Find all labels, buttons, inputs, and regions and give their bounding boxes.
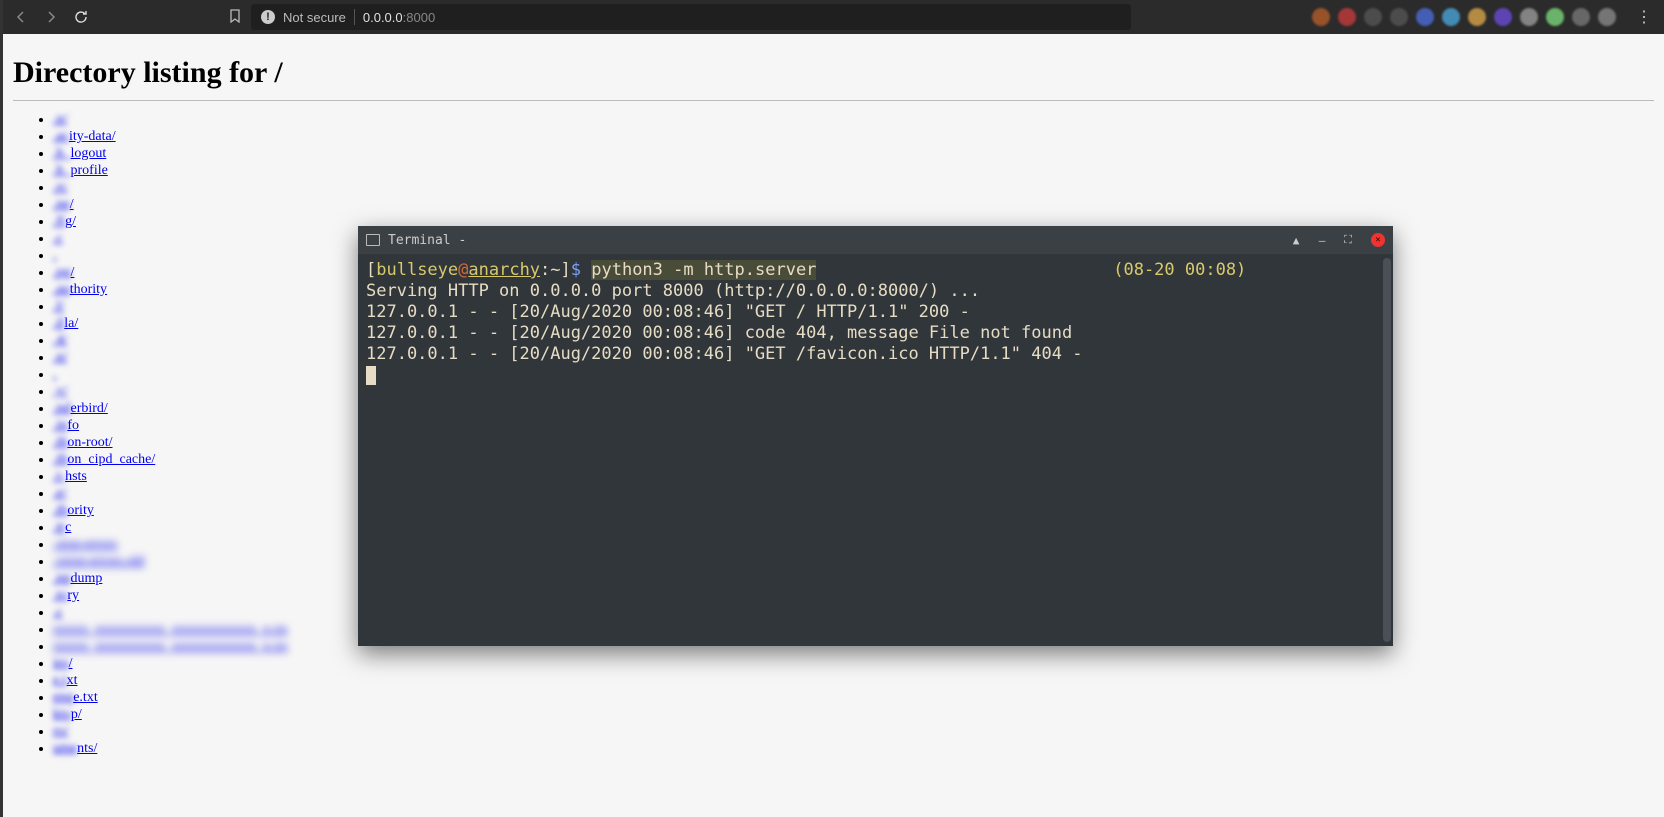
list-item: .rc [53, 179, 1654, 196]
divider [13, 100, 1654, 101]
file-link[interactable]: .rc [53, 180, 67, 195]
file-link[interactable]: .n/ [53, 112, 67, 127]
file-link[interactable]: .thon-root/ [53, 435, 113, 450]
bookmark-icon[interactable] [225, 9, 245, 26]
file-link[interactable]: .tory [53, 588, 79, 603]
file-link[interactable]: .c [53, 605, 63, 620]
file-link[interactable]: .l/ [53, 299, 64, 314]
url-display: 0.0.0.0:8000 [363, 10, 435, 25]
not-secure-icon: ! [261, 10, 275, 24]
file-link[interactable]: ktop/ [53, 707, 82, 722]
browser-menu-button[interactable]: ⋮ [1630, 7, 1658, 27]
file-link[interactable]: .nderbird/ [53, 401, 108, 416]
terminal-titlebar[interactable]: Terminal - ▲ — ⛶ ✕ [358, 226, 1393, 254]
list-item: .h_profile [53, 162, 1654, 179]
extension-icon[interactable] [1416, 8, 1434, 26]
terminal-icon [366, 234, 380, 246]
terminal-body[interactable]: [bullseye@anarchy:~]$ python3 -m http.se… [358, 254, 1393, 646]
list-item: ies/ [53, 655, 1654, 672]
terminal-up-button[interactable]: ▲ [1287, 231, 1305, 249]
extension-icon[interactable] [1572, 8, 1590, 26]
list-item: .h_logout [53, 145, 1654, 162]
file-link[interactable]: .n/ [53, 350, 67, 365]
not-secure-label: Not secure [283, 10, 346, 25]
extension-icon[interactable] [1338, 8, 1356, 26]
file-link[interactable]: ies/ [53, 656, 72, 671]
back-button[interactable] [9, 5, 33, 29]
file-link[interactable]: . [53, 248, 57, 263]
extension-icon[interactable] [1598, 8, 1616, 26]
file-link[interactable]: .t-hsts [53, 469, 87, 484]
file-link[interactable]: .thority [53, 503, 94, 518]
file-link[interactable]: .h_profile [53, 163, 108, 178]
terminal-close-button[interactable]: ✕ [1371, 233, 1385, 247]
extension-icon[interactable] [1494, 8, 1512, 26]
file-link[interactable]: .ne/ [53, 197, 74, 212]
list-item: .acity-data/ [53, 128, 1654, 145]
file-link[interactable]: .trc [53, 520, 71, 535]
file-link[interactable]: .authority [53, 282, 107, 297]
file-link[interactable]: .e/ [53, 486, 67, 501]
file-link[interactable]: .info [53, 418, 79, 433]
file-link[interactable]: uments/ [53, 741, 97, 756]
file-link[interactable]: . [53, 367, 57, 382]
terminal-maximize-button[interactable]: ⛶ [1339, 231, 1357, 249]
file-link[interactable]: .4/ [53, 333, 67, 348]
file-link[interactable]: .thon_cipd_cache/ [53, 452, 155, 467]
list-item: uments/ [53, 740, 1654, 757]
list-item: .ne/ [53, 196, 1654, 213]
list-item: ro/ [53, 723, 1654, 740]
page-title: Directory listing for / [13, 56, 1654, 90]
page-content: Directory listing for / .n/ .acity-data/.… [3, 34, 1664, 817]
list-item: e.txt [53, 672, 1654, 689]
terminal-minimize-button[interactable]: — [1313, 231, 1331, 249]
file-link[interactable]: ro/ [53, 724, 69, 739]
extension-icon[interactable] [1312, 8, 1330, 26]
list-item: enge.txt [53, 689, 1654, 706]
extension-icon[interactable] [1364, 8, 1382, 26]
file-link[interactable]: .illa/ [53, 316, 78, 331]
list-item: ktop/ [53, 706, 1654, 723]
file-link[interactable]: .pg/ [53, 265, 74, 280]
divider [354, 9, 355, 25]
file-link[interactable]: .c [53, 231, 63, 246]
file-link[interactable]: .acity-data/ [53, 129, 116, 144]
forward-button[interactable] [39, 5, 63, 29]
extension-icon[interactable] [1468, 8, 1486, 26]
terminal-title: Terminal - [388, 233, 1279, 248]
browser-toolbar: ! Not secure 0.0.0.0:8000 ⋮ [3, 0, 1664, 34]
file-link[interactable]: .h_logout [53, 146, 106, 161]
extension-icon[interactable] [1520, 8, 1538, 26]
address-bar[interactable]: ! Not secure 0.0.0.0:8000 [251, 4, 1131, 30]
list-item: .n/ [53, 111, 1654, 128]
reload-button[interactable] [69, 5, 93, 29]
file-link[interactable]: .npdump [53, 571, 102, 586]
file-link[interactable]: .sion-errors [53, 537, 117, 552]
extension-icon[interactable] [1546, 8, 1564, 26]
file-link[interactable]: e.txt [53, 673, 78, 688]
file-link[interactable]: .ssion-errors.old [53, 554, 144, 569]
file-link[interactable]: enge.txt [53, 690, 98, 705]
extension-icons [1312, 8, 1624, 26]
file-link[interactable]: xxxxx_xxxxxxxxxx_xxxxxxxxxxxx_x.xx [53, 639, 288, 654]
terminal-window[interactable]: Terminal - ▲ — ⛶ ✕ [bullseye@anarchy:~]$… [358, 226, 1393, 646]
file-link[interactable]: .y/ [53, 384, 67, 399]
extension-icon[interactable] [1442, 8, 1460, 26]
file-link[interactable]: xxxxx_xxxxxxxxxx_xxxxxxxxxxxx_x.xx [53, 622, 288, 637]
file-link[interactable]: .fig/ [53, 214, 76, 229]
extension-icon[interactable] [1390, 8, 1408, 26]
